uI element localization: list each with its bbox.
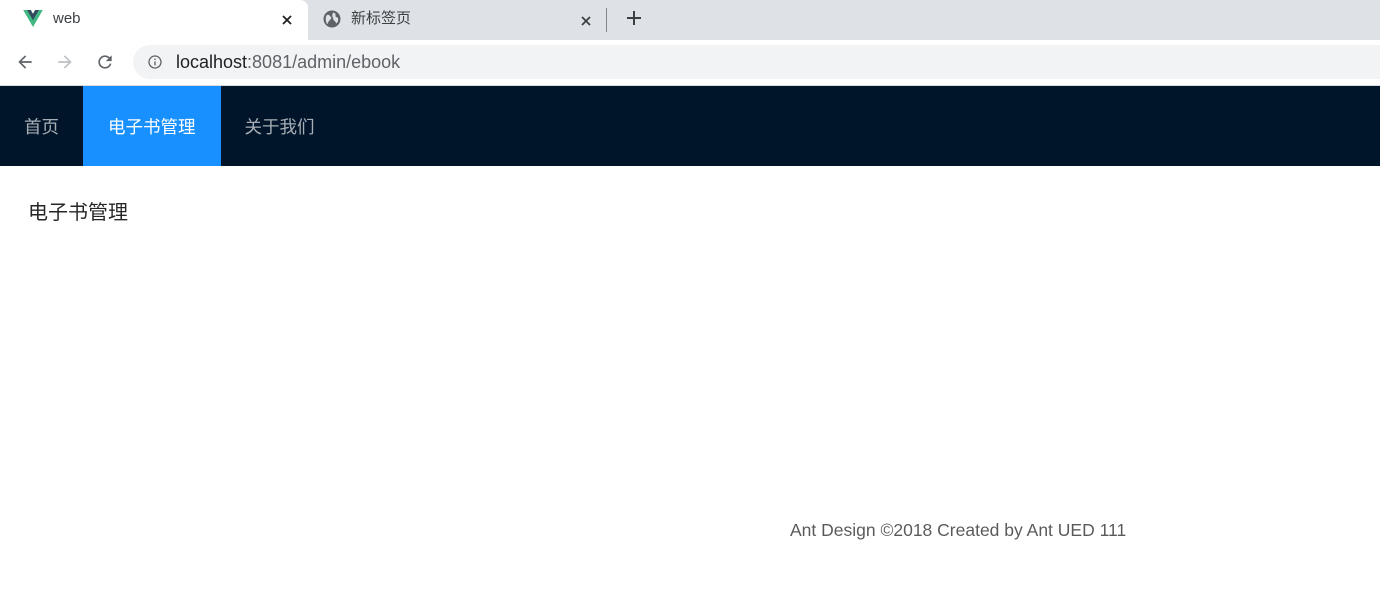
info-icon[interactable] [147,54,163,70]
close-icon[interactable] [581,13,591,26]
tab-title: 新标签页 [351,10,412,27]
nav-item-home[interactable]: 首页 [0,86,83,166]
nav-item-about[interactable]: 关于我们 [221,86,339,166]
reload-icon[interactable] [95,52,115,72]
tab-divider [606,8,607,32]
browser-tab-new-tab[interactable]: 新标签页 [308,0,606,40]
browser-tab-web[interactable]: web [0,0,308,40]
close-icon[interactable] [282,12,292,25]
address-bar[interactable]: localhost:8081/admin/ebook [133,45,1380,79]
back-arrow-icon[interactable] [15,52,35,72]
url-host: localhost [176,52,248,72]
url-text[interactable]: localhost:8081/admin/ebook [176,51,400,73]
top-nav-menu: 首页 电子书管理 关于我们 [0,86,1380,166]
new-tab-plus-icon[interactable] [624,8,644,28]
footer-text: Ant Design ©2018 Created by Ant UED 111 [790,520,1127,540]
browser-tab-strip: web 新标签页 [0,0,1380,40]
url-path: :8081/admin/ebook [247,52,401,72]
tab-title: web [53,10,81,27]
page-content-text: 电子书管理 [28,202,128,224]
globe-icon [323,10,341,28]
browser-toolbar: localhost:8081/admin/ebook [0,40,1380,86]
forward-arrow-icon[interactable] [55,52,75,72]
vue-logo-icon [23,10,43,27]
nav-item-ebook-admin[interactable]: 电子书管理 [83,86,221,166]
